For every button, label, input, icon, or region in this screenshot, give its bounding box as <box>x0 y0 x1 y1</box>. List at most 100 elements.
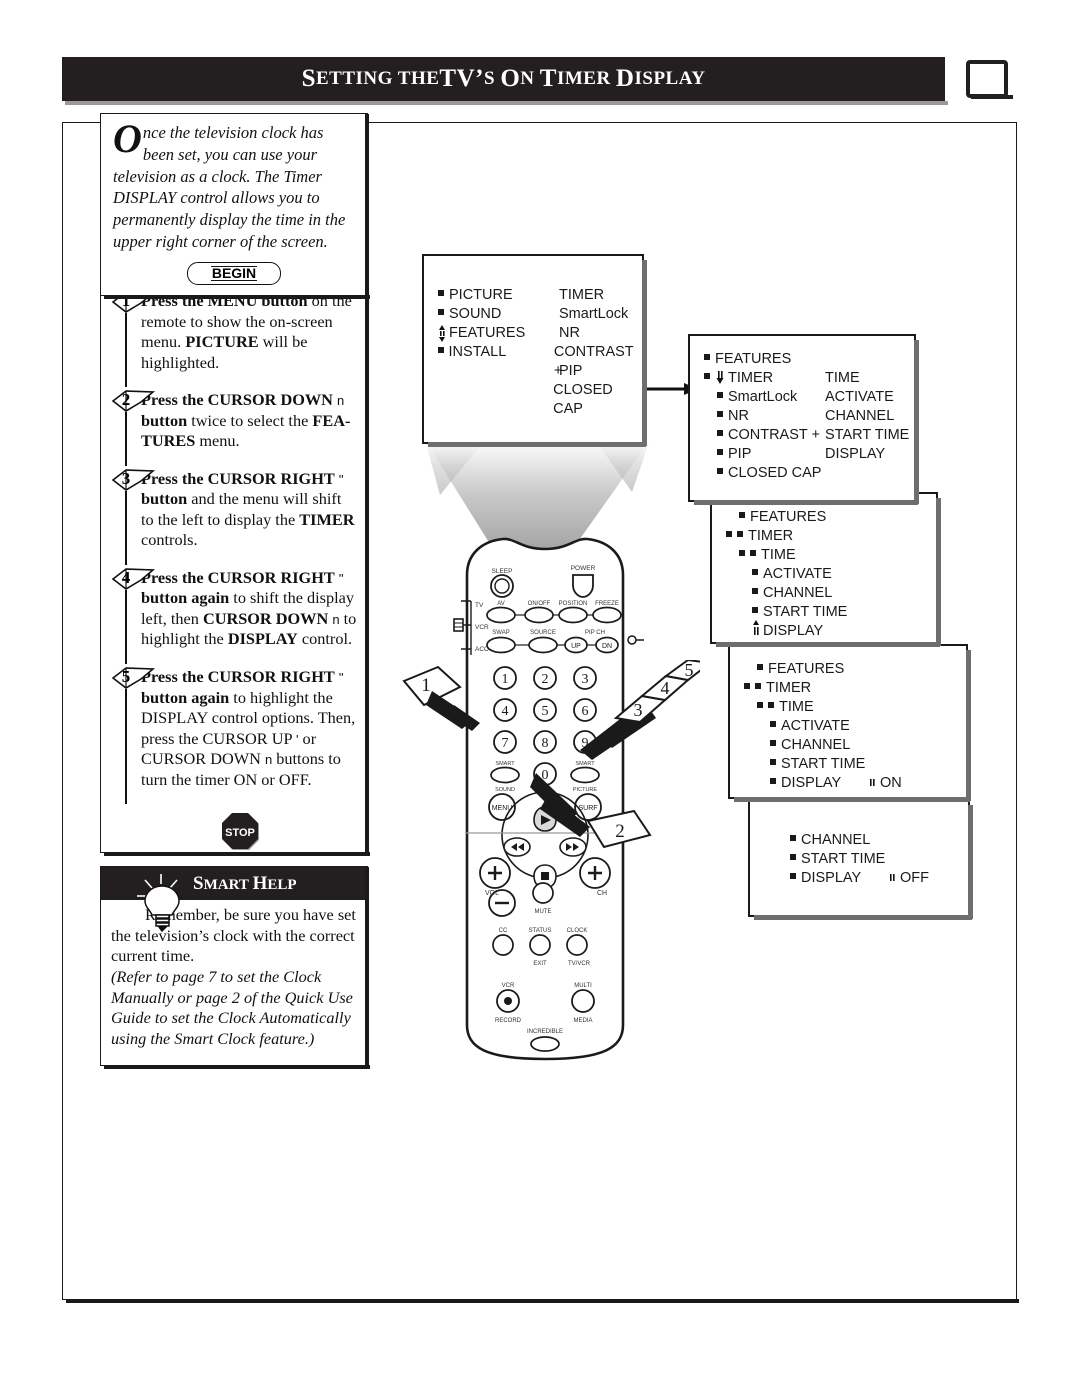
menu-item-label[interactable]: START TIME <box>801 850 911 869</box>
step-text: Press the CURSOR RIGHT " button again to… <box>141 666 356 789</box>
remote-label-tvvcr: TV/VCR <box>568 961 591 967</box>
menu-item-label[interactable]: PIP <box>728 445 825 464</box>
menu-item-label[interactable]: CONTRAST + <box>728 426 825 445</box>
menu-row: INSTALL CONTRAST + <box>438 343 642 379</box>
menu-item-label[interactable]: CHANNEL <box>763 584 873 603</box>
bullet-square <box>768 698 779 717</box>
bullet-square <box>704 350 715 369</box>
menu-item-label[interactable]: TIMER <box>766 679 876 698</box>
menu-panel-display-on: FEATURES TIMER TIME ACTIVATE CHANNEL STA… <box>728 644 971 802</box>
smart-help-title: SMART HELP <box>193 872 297 894</box>
remote-label-sleep: SLEEP <box>492 568 513 575</box>
menu-row: TIMER <box>744 679 902 698</box>
menu-item-value[interactable]: NR <box>559 324 580 343</box>
intro-body: nce the television clock has been set, y… <box>113 123 346 251</box>
menu-item-value[interactable]: ACTIVATE <box>825 388 894 407</box>
bullet-square <box>739 546 750 565</box>
remote-label-smart: SMART <box>495 761 515 767</box>
lightbulb-icon <box>131 872 193 934</box>
bullet-square <box>757 698 768 717</box>
remote-label-vcr: VCR <box>475 624 489 631</box>
menu-item-value[interactable]: START TIME <box>825 426 909 445</box>
menu-item-label[interactable]: DISPLAY <box>781 774 869 793</box>
step-number: 5 <box>121 666 131 686</box>
step-rail <box>125 688 127 805</box>
smart-help-text-italic: (Refer to page 7 to set the Clock Manual… <box>111 967 353 1049</box>
menu-item-label[interactable]: SmartLock <box>728 388 825 407</box>
menu-row: CONTRAST + START TIME <box>704 426 909 445</box>
menu-item-label[interactable]: CHANNEL <box>781 736 891 755</box>
remote-label-position: POSITION <box>559 601 588 607</box>
menu-item-label[interactable]: FEATURES <box>715 350 825 369</box>
menu-item-label[interactable]: START TIME <box>781 755 891 774</box>
menu-item-label[interactable]: CHANNEL <box>801 831 911 850</box>
step-rail <box>125 313 127 388</box>
bullet-square <box>438 343 449 362</box>
step-2: 2 Press the CURSOR DOWN n button twice t… <box>111 389 357 466</box>
bullet-square <box>438 305 449 324</box>
menu-row: CHANNEL <box>726 584 873 603</box>
menu-item-label[interactable]: TIME <box>761 546 871 565</box>
bullet-square <box>438 286 449 305</box>
begin-badge: BEGIN <box>187 261 281 285</box>
menu-item-value[interactable]: TIMER <box>559 286 604 305</box>
step-number-badge: 2 <box>111 389 157 413</box>
bullet-square <box>717 426 728 445</box>
bullet-square <box>790 850 801 869</box>
menu-item-label[interactable]: FEATURES <box>768 660 878 679</box>
menu-row: TIMER <box>726 527 873 546</box>
remote-label-media: MEDIA <box>573 1018 592 1024</box>
menu-panel-main: PICTURE TIMER SOUND SmartLock FEATURES N… <box>422 254 647 447</box>
menu-item-label[interactable]: ACTIVATE <box>763 565 873 584</box>
step-text: Press the CURSOR RIGHT " button again to… <box>141 567 357 649</box>
menu-item-label[interactable]: CLOSED CAP <box>728 464 825 483</box>
menu-item-label[interactable]: START TIME <box>763 603 873 622</box>
menu-item-value[interactable]: OFF <box>900 869 929 888</box>
remote-label-freeze: FREEZE <box>595 601 619 607</box>
menu-item-value[interactable]: CHANNEL <box>825 407 894 426</box>
menu-item-value[interactable]: DISPLAY <box>825 445 885 464</box>
menu-row: TIME <box>726 546 873 565</box>
bullet-square <box>737 527 748 546</box>
remote-label-swap: SWAP <box>492 630 509 636</box>
page-title: S ETTING THE TV’ S ON T IMER D ISPLAY <box>301 65 706 92</box>
callout-number: 3 <box>634 700 643 720</box>
menu-item-label[interactable]: INSTALL <box>449 343 554 362</box>
menu-item-label[interactable]: DISPLAY <box>801 869 889 888</box>
menu-row: NR CHANNEL <box>704 407 909 426</box>
bullet-square <box>726 527 737 546</box>
remote-label-pip-ch: PIP CH <box>585 630 605 636</box>
menu-item-label[interactable]: DISPLAY <box>763 622 873 641</box>
remote-label-av: AV <box>497 601 505 607</box>
menu-row: START TIME <box>764 850 929 869</box>
menu-rows: FEATURES TIMER TIME ACTIVATE CHANNEL STA… <box>744 660 902 793</box>
remote-label-up: UP <box>571 643 581 650</box>
menu-rows: PICTURE TIMER SOUND SmartLock FEATURES N… <box>438 286 642 417</box>
menu-item-value[interactable]: CLOSED CAP <box>553 381 642 419</box>
menu-row: CHANNEL <box>744 736 902 755</box>
menu-row: FEATURES <box>726 508 873 527</box>
menu-item-label[interactable]: NR <box>728 407 825 426</box>
step-3: 3 Press the CURSOR RIGHT " button and th… <box>111 469 357 565</box>
menu-item-label[interactable]: ACTIVATE <box>781 717 891 736</box>
callout-number: 4 <box>661 678 670 698</box>
menu-item-value[interactable]: SmartLock <box>559 305 628 324</box>
menu-item-value[interactable]: PIP <box>559 362 582 381</box>
bullet-square <box>717 388 728 407</box>
menu-item-value[interactable]: ON <box>880 774 902 793</box>
callout-2: 2 <box>530 773 652 849</box>
menu-item-label[interactable]: FEATURES <box>750 508 860 527</box>
menu-row: SOUND SmartLock <box>438 305 642 324</box>
menu-item-label[interactable]: TIMER <box>728 369 825 388</box>
menu-item-label[interactable]: TIME <box>779 698 889 717</box>
remote-key-2: 2 <box>542 672 549 687</box>
remote-label-status: STATUS <box>529 928 552 934</box>
stop-label: STOP <box>225 827 255 839</box>
menu-item-value[interactable]: TIME <box>825 369 860 388</box>
menu-item-label[interactable]: FEATURES <box>449 324 559 343</box>
callout-1: 1 <box>402 665 480 731</box>
menu-item-label[interactable]: PICTURE <box>449 286 559 305</box>
menu-row: FEATURES <box>704 350 909 369</box>
menu-item-label[interactable]: SOUND <box>449 305 559 324</box>
menu-item-label[interactable]: TIMER <box>748 527 858 546</box>
